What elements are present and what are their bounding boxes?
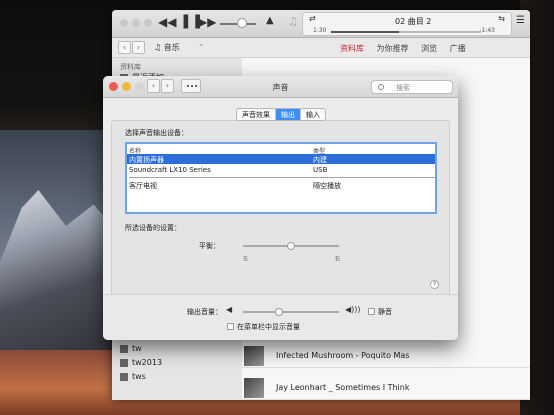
speaker-low-icon: ◀ [226,305,233,314]
search-field[interactable]: 搜索 [371,80,453,94]
output-volume-area: 输出音量： ◀ ◀))) 静音 在菜单栏中显示音量 [103,294,458,340]
sidebar-item-playlist[interactable]: tw2013 [120,358,162,367]
playlist-icon [120,344,128,353]
list-item[interactable]: Infected Mushroom - Poquito Mas [242,344,530,368]
album-art [244,346,264,366]
sound-titlebar: ‹ › 声音 搜索 [103,76,458,98]
repeat-icon[interactable]: ⇆ [498,14,505,23]
help-button[interactable]: ? [430,280,439,289]
tab-radio[interactable]: 广播 [450,44,466,53]
next-track-icon[interactable]: ▶▶ [198,15,216,29]
media-selector[interactable]: ♫ 音乐 ⌃ [154,42,204,53]
shuffle-icon[interactable]: ⇄ [309,14,316,23]
itunes-back-button[interactable]: ‹ [118,41,131,54]
output-volume-label: 输出音量： [187,308,222,316]
time-elapsed: 1:30 [313,27,327,34]
up-next-icon[interactable]: ☰ [516,15,525,26]
search-icon [378,84,384,90]
device-type: USB [313,166,328,174]
table-row[interactable]: 客厅电视 隔空播放 [127,180,435,190]
output-device-table: 名称 类型 内置扬声器 内建 Soundcraft LX10 Series US… [125,142,437,214]
tab-sound-effects[interactable]: 声音效果 [237,109,276,120]
sidebar-header: 资料库 [120,63,141,71]
itunes-volume-knob[interactable] [236,18,247,28]
itunes-nav-bar: ‹ › ♫ 音乐 ⌃ 资料库 为你推荐 浏览 广播 [112,38,530,58]
album-art [244,378,264,398]
airplay-icon[interactable]: ▲ [266,15,274,26]
device-name: 客厅电视 [129,182,157,190]
balance-left-label: 左 [243,256,249,262]
list-item[interactable]: Jay Leonhart _ Sometimes I Think [242,376,530,400]
music-note-icon: ♫ [154,43,164,52]
playback-progress-bar[interactable] [331,31,481,33]
tab-input[interactable]: 输入 [301,109,325,120]
mute-label: 静音 [378,308,392,316]
output-volume-slider[interactable] [243,308,339,316]
balance-knob[interactable] [287,242,295,250]
device-type: 内建 [313,156,327,164]
song-title: Jay Leonhart _ Sometimes I Think [276,383,410,392]
tab-for-you[interactable]: 为你推荐 [377,44,409,53]
select-device-label: 选择声音输出设备： [125,129,188,137]
table-row[interactable]: Soundcraft LX10 Series USB [127,165,435,175]
device-name: 内置扬声器 [129,156,164,164]
balance-slider[interactable] [243,242,339,250]
divider [129,177,435,178]
device-name: Soundcraft LX10 Series [129,166,211,174]
time-remaining: -1:43 [479,27,495,34]
device-type: 隔空播放 [313,182,341,190]
tab-output[interactable]: 输出 [276,109,301,120]
itunes-minimize-button[interactable] [132,19,140,27]
music-note-icon: ♫ [288,15,298,28]
sidebar-item-playlist[interactable]: tw [120,344,142,353]
now-playing-title: 02 曲目 2 [395,17,432,26]
itunes-close-button[interactable] [120,19,128,27]
song-title: Infected Mushroom - Poquito Mas [276,351,410,360]
show-volume-in-menu-label: 在菜单栏中显示音量 [237,323,300,331]
itunes-zoom-button[interactable] [144,19,152,27]
output-volume-knob[interactable] [275,308,284,316]
chevron-icon: ⌃ [197,43,205,52]
playlist-icon [120,358,128,367]
mute-checkbox[interactable] [368,308,375,315]
device-settings-label: 所选设备的设置： [125,224,181,232]
speaker-high-icon: ◀))) [345,305,361,314]
tab-library[interactable]: 资料库 [340,44,364,53]
itunes-forward-button[interactable]: › [132,41,145,54]
tab-browse[interactable]: 浏览 [421,44,437,53]
balance-right-label: 右 [335,256,341,262]
table-row[interactable]: 内置扬声器 内建 [127,154,435,164]
playback-progress-fill [331,31,399,33]
now-playing-display: ⇄ 02 曲目 2 1:30 -1:43 ⇆ [302,12,512,36]
sound-preferences-window: ‹ › 声音 搜索 声音效果 输出 输入 选择声音输出设备： 名称 类型 内置扬… [103,76,458,340]
balance-label: 平衡： [199,242,220,250]
itunes-tabs: 资料库 为你推荐 浏览 广播 [340,43,476,54]
search-placeholder: 搜索 [396,84,410,92]
show-volume-in-menu-checkbox[interactable] [227,323,234,330]
sound-tabs: 声音效果 输出 输入 [236,108,326,121]
previous-track-icon[interactable]: ◀◀ [158,15,176,29]
playlist-icon [120,372,128,381]
itunes-toolbar: ◀◀ ❚❚ ▶▶ ▲ ♫ ⇄ 02 曲目 2 1:30 -1:43 ⇆ ☰ [112,10,530,38]
sidebar-item-playlist[interactable]: tws [120,372,146,381]
